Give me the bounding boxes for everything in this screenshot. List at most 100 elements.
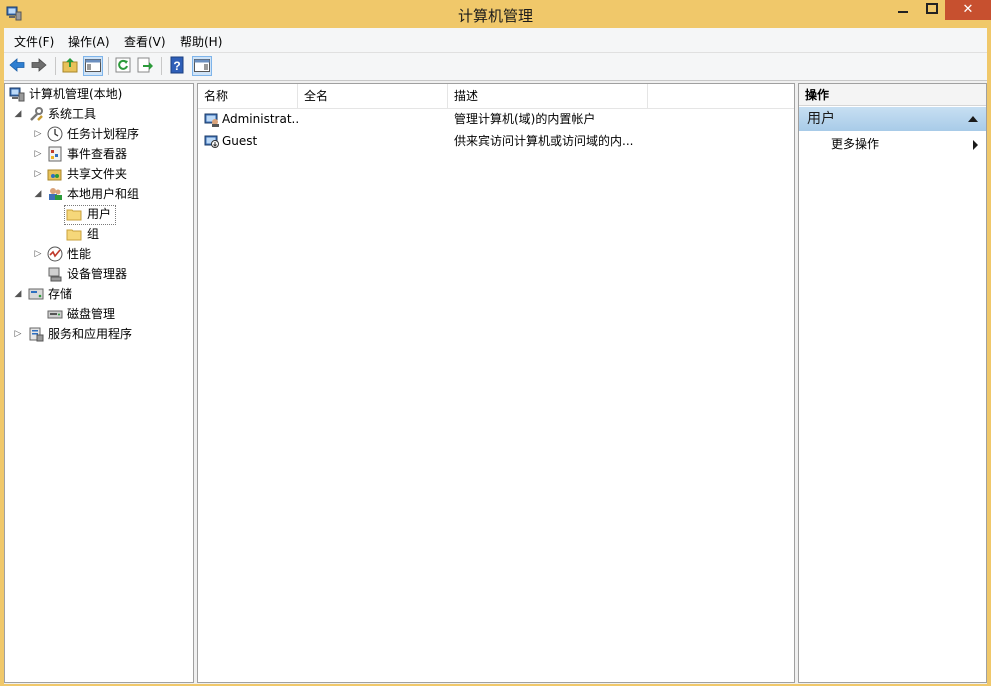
tree-item-device-manager[interactable]: 设备管理器 (5, 264, 191, 284)
minimize-button[interactable] (888, 0, 918, 20)
menu-action[interactable]: 操作(A) (68, 33, 110, 50)
refresh-button[interactable] (114, 56, 134, 76)
tree-item-groups[interactable]: 组 (5, 224, 191, 244)
cell-description: 供来宾访问计算机或访问域的内... (454, 134, 634, 148)
expand-arrow-icon[interactable]: ▷ (33, 164, 43, 184)
clock-icon (47, 126, 63, 142)
tree-item-storage[interactable]: ◢ 存储 (5, 284, 191, 304)
tree-item-disk-management[interactable]: 磁盘管理 (5, 304, 191, 324)
tree-label-shared-folders: 共享文件夹 (67, 167, 128, 181)
menu-help[interactable]: 帮助(H) (180, 33, 222, 50)
folder-icon (66, 209, 82, 221)
expand-arrow-icon[interactable]: ▷ (33, 124, 43, 144)
tree-item-local-users-groups[interactable]: ◢ 本地用户和组 (5, 184, 191, 204)
tree-label-groups: 组 (87, 227, 100, 241)
more-actions-label: 更多操作 (831, 137, 880, 151)
device-manager-icon (48, 267, 62, 282)
forward-icon (31, 58, 47, 72)
tree-item-services-apps[interactable]: ▷ 服务和应用程序 (5, 324, 191, 344)
tree-label-disk-management: 磁盘管理 (67, 307, 116, 321)
tree-item-shared-folders[interactable]: ▷ 共享文件夹 (5, 164, 191, 184)
action-pane-title: 操作 (799, 84, 986, 106)
tree-label-users: 用户 (87, 207, 112, 221)
tree-item-users[interactable]: 用户 (5, 204, 191, 225)
tree-label-performance: 性能 (67, 247, 92, 261)
help-icon: ? (170, 56, 184, 74)
help-button[interactable]: ? (168, 56, 188, 76)
column-header-description[interactable]: 描述 (448, 84, 648, 108)
collapse-arrow-icon[interactable]: ◢ (33, 184, 43, 204)
show-hide-tree-icon (85, 59, 101, 72)
menu-file[interactable]: 文件(F) (14, 33, 54, 50)
toolbar-separator (55, 57, 56, 75)
action-section-label: 用户 (807, 111, 835, 127)
up-one-level-button[interactable] (61, 56, 81, 76)
maximize-button[interactable] (917, 0, 947, 20)
user-account-icon (204, 113, 219, 127)
tree-item-event-viewer[interactable]: ▷ 事件查看器 (5, 144, 191, 164)
collapse-arrow-icon[interactable]: ◢ (13, 284, 23, 304)
expand-arrow-icon[interactable]: ▷ (13, 324, 23, 344)
export-list-icon (137, 57, 153, 73)
toolbar-separator (108, 57, 109, 75)
action-pane: 操作 用户 更多操作 (798, 83, 987, 683)
tree-label-device-manager: 设备管理器 (67, 267, 128, 281)
svg-text:?: ? (173, 59, 180, 73)
close-icon: ✕ (962, 2, 974, 17)
column-header-full-name[interactable]: 全名 (298, 84, 448, 108)
list-header: 名称 全名 描述 (198, 84, 794, 109)
table-row[interactable]: Guest 供来宾访问计算机或访问域的内... (198, 130, 794, 152)
menu-view[interactable]: 查看(V) (124, 33, 166, 50)
back-icon (9, 58, 25, 72)
tree-label-event-viewer: 事件查看器 (67, 147, 128, 161)
cell-name: Administrat... (222, 112, 298, 126)
tree-label-storage: 存储 (48, 287, 73, 301)
title-bar: 计算机管理 ✕ (0, 0, 991, 28)
more-actions-item[interactable]: 更多操作 (799, 134, 986, 154)
event-viewer-icon (48, 146, 62, 162)
toolbar-separator (161, 57, 162, 75)
expand-arrow-icon[interactable]: ▷ (33, 144, 43, 164)
folder-icon (66, 229, 82, 241)
console-tree: 计算机管理(本地) ◢ 系统工具 ▷ 任务计划程序 ▷ 事件查看器 ▷ 共享文件… (4, 83, 194, 683)
expand-arrow-icon[interactable]: ▷ (33, 244, 43, 264)
tree-label-local-users-groups: 本地用户和组 (67, 187, 140, 201)
performance-icon (47, 246, 63, 262)
show-hide-console-tree-button[interactable] (83, 56, 103, 76)
column-header-name[interactable]: 名称 (198, 84, 298, 108)
refresh-icon (115, 57, 131, 73)
tree-item-task-scheduler[interactable]: ▷ 任务计划程序 (5, 124, 191, 144)
forward-button[interactable] (30, 56, 50, 76)
show-hide-action-pane-button[interactable] (192, 56, 212, 76)
window-title: 计算机管理 (457, 7, 533, 25)
back-button[interactable] (8, 56, 28, 76)
show-hide-action-pane-icon (194, 59, 210, 72)
result-pane: 名称 全名 描述 Administrat... 管理计算机(域)的内置帐户 Gu… (197, 83, 795, 683)
collapse-up-icon[interactable] (968, 116, 978, 122)
services-apps-icon (29, 327, 44, 342)
up-folder-icon (62, 58, 78, 73)
system-tools-icon (30, 107, 43, 121)
close-button[interactable]: ✕ (945, 0, 991, 20)
toolbar: ? (4, 53, 987, 81)
table-row[interactable]: Administrat... 管理计算机(域)的内置帐户 (198, 108, 794, 130)
cell-name: Guest (222, 134, 258, 148)
minimize-icon (898, 11, 908, 13)
maximize-icon (926, 3, 938, 14)
disk-management-icon (47, 310, 63, 319)
users-group-icon (49, 188, 62, 200)
submenu-arrow-icon (973, 140, 978, 150)
computer-management-icon (9, 87, 25, 102)
tree-item-root[interactable]: 计算机管理(本地) (5, 84, 191, 104)
export-list-button[interactable] (136, 56, 156, 76)
action-section-users[interactable]: 用户 (799, 107, 986, 131)
tree-item-performance[interactable]: ▷ 性能 (5, 244, 191, 264)
shared-folder-icon (47, 169, 62, 181)
menu-bar: 文件(F) 操作(A) 查看(V) 帮助(H) (4, 28, 987, 53)
tree-label-root: 计算机管理(本地) (29, 87, 123, 101)
main-area: 计算机管理(本地) ◢ 系统工具 ▷ 任务计划程序 ▷ 事件查看器 ▷ 共享文件… (4, 81, 987, 684)
cell-description: 管理计算机(域)的内置帐户 (454, 112, 596, 126)
collapse-arrow-icon[interactable]: ◢ (13, 104, 23, 124)
guest-account-icon (204, 135, 219, 148)
tree-item-system-tools[interactable]: ◢ 系统工具 (5, 104, 191, 124)
